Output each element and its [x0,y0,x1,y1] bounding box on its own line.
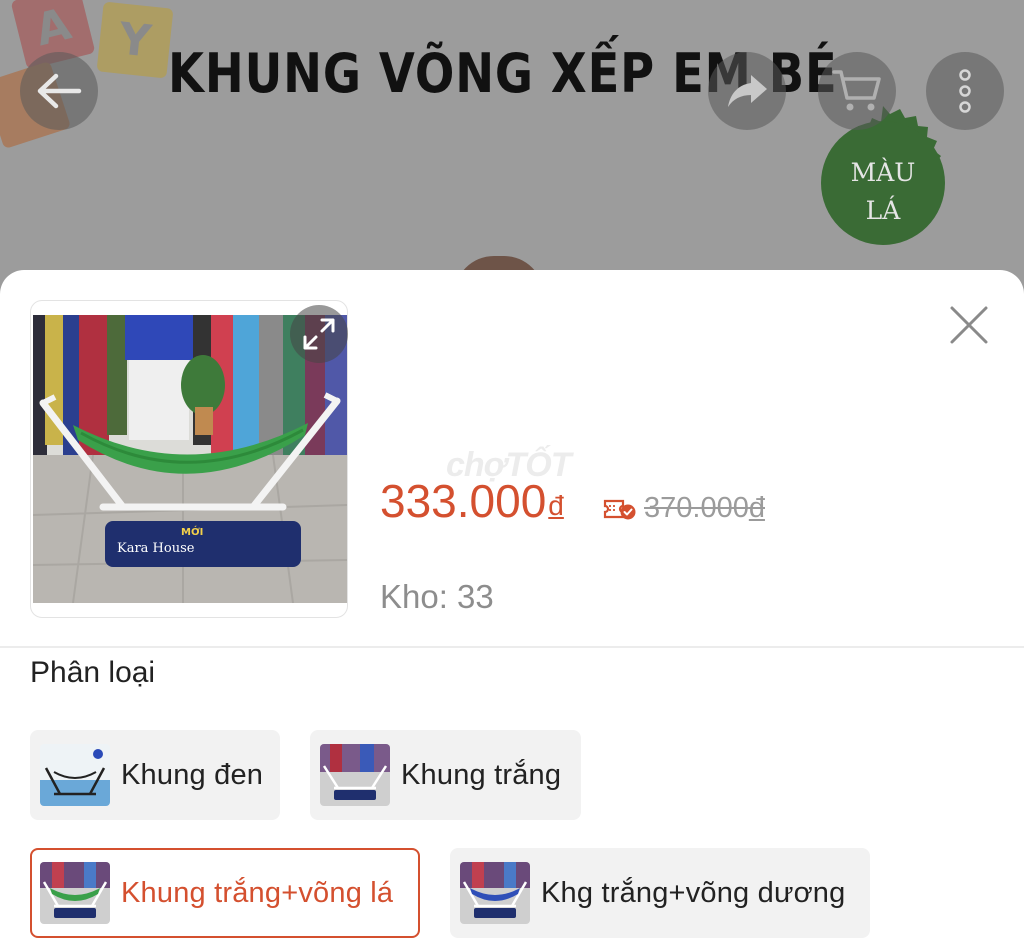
variant-thumbnail [40,744,110,806]
background-product-page: A Y O KHUNG VÕNG XẾP EM BÉ MÀU LÁ [0,0,1024,300]
variant-option-khung-den[interactable]: Khung đen [30,730,280,820]
variant-option-label: Khung trắng [401,758,562,791]
section-divider [0,646,1024,648]
cart-icon [832,70,881,111]
stock-count: Kho: 33 [380,578,494,615]
bag-tag: MỚI [181,525,203,538]
price-amount: 333.000 [380,475,547,527]
back-arrow-icon [37,73,82,109]
product-photo: Kara House MỚI [33,315,347,603]
toy-block-y: Y [96,1,174,79]
more-vertical-icon [959,69,971,113]
variant-section-label: Phân loại [30,656,156,689]
variant-thumbnail [320,744,390,806]
old-price-currency: đ [748,492,765,524]
variant-thumbnail-image [320,744,390,806]
close-button[interactable] [942,298,996,352]
original-price: 370.000đ [644,492,765,525]
variant-thumbnail-image [460,862,530,924]
cart-button[interactable] [818,52,896,130]
bag-text: Kara House [117,541,195,556]
old-price-amount: 370.000 [644,492,749,524]
price-currency: đ [548,490,564,521]
toy-block-letter: A [30,0,76,56]
color-badge: MÀU LÁ [804,104,962,262]
close-icon [950,306,988,344]
share-button[interactable] [708,52,786,130]
variant-thumbnail-image [40,744,110,806]
back-button[interactable] [20,52,98,130]
variant-thumbnail [40,862,110,924]
variant-option-label: Khg trắng+võng dương [541,876,846,909]
share-icon [728,75,767,107]
expand-image-button[interactable] [290,305,348,363]
variant-option-khung-trang[interactable]: Khung trắng [310,730,581,820]
badge-line-2: LÁ [865,196,901,225]
more-options-button[interactable] [926,52,1004,130]
coupon-check-icon [603,499,636,520]
badge-line-1: MÀU [850,158,916,187]
expand-icon [303,318,335,350]
current-price: 333.000đ [380,474,564,528]
variant-option-label: Khung trắng+võng lá [121,876,394,909]
variant-option-khg-trang-vong-duong[interactable]: Khg trắng+võng dương [450,848,870,938]
variant-thumbnail [460,862,530,924]
variant-thumbnail-image [40,862,110,924]
toy-block-letter: Y [116,12,154,68]
variant-option-label: Khung đen [121,758,264,791]
hammock-frame-photo: Kara House MỚI [33,315,347,603]
variant-option-khung-trang-vong-la[interactable]: Khung trắng+võng lá [30,848,420,938]
